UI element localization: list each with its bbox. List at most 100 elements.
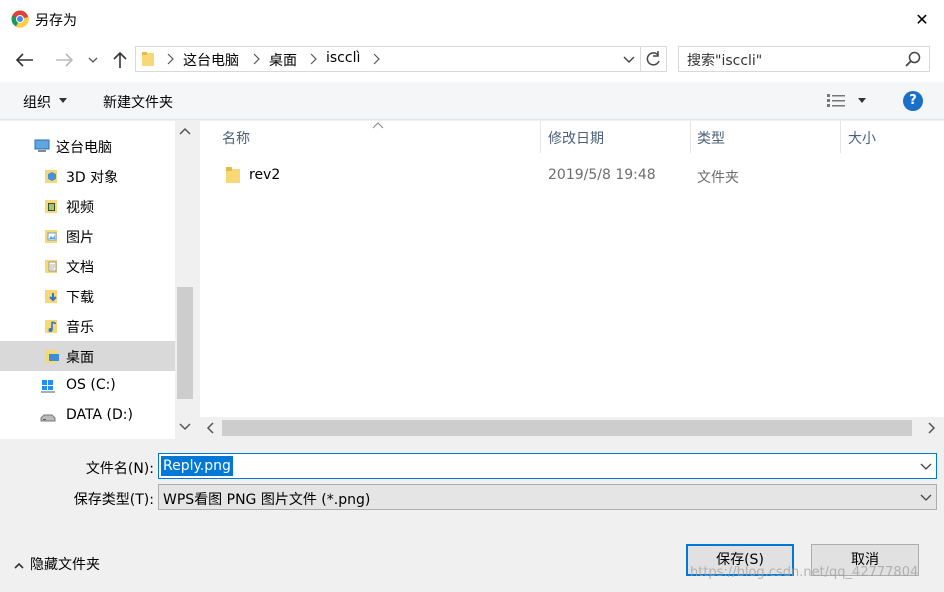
chevron-right-icon <box>253 53 260 65</box>
desktop-icon <box>45 350 59 363</box>
hide-folders-toggle[interactable]: 隐藏文件夹 <box>14 554 100 574</box>
chevron-up-icon <box>14 562 24 569</box>
caret-down-icon <box>59 98 67 103</box>
nav-item-label: 这台电脑 <box>56 140 112 156</box>
navigation-pane[interactable]: 这台电脑 3D 对象 视频 图片 文档 下载 音乐 桌面 OS (C:) DAT… <box>0 121 195 439</box>
folder-icon <box>226 167 240 183</box>
hide-folders-label: 隐藏文件夹 <box>30 557 100 573</box>
nav-vertical-scrollbar[interactable] <box>175 121 195 439</box>
nav-item-this-pc[interactable]: 这台电脑 <box>0 131 175 161</box>
scroll-right-icon[interactable] <box>928 422 936 434</box>
file-type: 文件夹 <box>697 170 739 186</box>
column-divider[interactable] <box>540 121 541 153</box>
search-icon[interactable] <box>905 51 921 67</box>
file-name: rev2 <box>249 167 281 183</box>
column-header-name[interactable]: 名称 <box>222 128 250 148</box>
arrow-up-icon <box>113 51 127 68</box>
help-icon[interactable]: ? <box>903 91 923 111</box>
filename-value[interactable]: Reply.png <box>161 456 233 476</box>
filename-label: 文件名(N): <box>85 461 154 477</box>
column-divider[interactable] <box>690 121 691 153</box>
address-bar[interactable]: 这台电脑 桌面 iscclì <box>135 46 667 72</box>
computer-icon <box>34 139 50 152</box>
view-options-icon[interactable] <box>826 93 846 109</box>
nav-item-data-drive[interactable]: DATA (D:) <box>0 401 175 431</box>
chevron-down-icon[interactable] <box>919 459 933 473</box>
up-button[interactable] <box>108 50 132 70</box>
nav-item-label: 文档 <box>66 260 94 276</box>
breadcrumb-current-folder[interactable]: iscclì <box>326 50 360 66</box>
refresh-icon[interactable] <box>643 49 665 69</box>
breadcrumb-this-pc[interactable]: 这台电脑 <box>183 50 239 70</box>
nav-item-label: 桌面 <box>66 350 94 366</box>
window-title: 另存为 <box>35 13 77 29</box>
scroll-down-icon[interactable] <box>179 423 191 431</box>
drive-icon <box>40 414 56 422</box>
nav-item-label: 图片 <box>66 230 94 246</box>
filetype-select[interactable]: WPS看图 PNG 图片文件 (*.png) <box>158 484 937 510</box>
nav-item-documents[interactable]: 文档 <box>0 251 175 281</box>
caret-down-icon[interactable] <box>858 98 866 103</box>
scroll-up-icon[interactable] <box>179 127 191 135</box>
nav-item-music[interactable]: 音乐 <box>0 311 175 341</box>
watermark-text: https://blog.csdn.net/qq_42777804 <box>690 565 919 580</box>
chevron-right-icon <box>310 53 317 65</box>
command-bar: 组织 新建文件夹 ? <box>0 82 944 120</box>
recent-locations-button[interactable] <box>84 50 102 70</box>
videos-icon <box>45 200 57 213</box>
scroll-left-icon[interactable] <box>206 422 214 434</box>
nav-item-3d-objects[interactable]: 3D 对象 <box>0 161 175 191</box>
nav-item-desktop[interactable]: 桌面 <box>0 341 175 371</box>
column-header-size[interactable]: 大小 <box>848 128 876 148</box>
close-button[interactable]: ✕ <box>900 2 944 36</box>
nav-item-downloads[interactable]: 下载 <box>0 281 175 311</box>
filename-field[interactable]: Reply.png <box>158 453 937 479</box>
nav-item-label: OS (C:) <box>66 377 116 393</box>
nav-item-label: 3D 对象 <box>66 170 119 186</box>
chevron-right-icon <box>167 53 174 65</box>
nav-item-label: 音乐 <box>66 320 94 336</box>
search-input[interactable]: 搜索"isccli" <box>687 50 762 70</box>
nav-item-label: 下载 <box>66 290 94 306</box>
divider <box>640 47 641 71</box>
title-bar: 另存为 ✕ <box>0 0 944 38</box>
close-icon: ✕ <box>915 9 929 29</box>
table-row[interactable]: rev2 2019/5/8 19:48 文件夹 <box>200 159 944 191</box>
nav-item-pictures[interactable]: 图片 <box>0 221 175 251</box>
scrollbar-thumb[interactable] <box>222 420 912 436</box>
chevron-down-icon[interactable] <box>919 490 933 504</box>
nav-item-os-drive[interactable]: OS (C:) <box>0 371 175 401</box>
column-header-modified[interactable]: 修改日期 <box>548 128 604 148</box>
file-modified: 2019/5/8 19:48 <box>548 167 656 183</box>
filetype-value: WPS看图 PNG 图片文件 (*.png) <box>163 492 371 508</box>
search-box[interactable]: 搜索"isccli" <box>678 46 930 72</box>
address-row: 这台电脑 桌面 iscclì 搜索"isccli" <box>0 38 944 82</box>
arrow-left-icon <box>16 53 33 67</box>
sort-ascending-icon <box>372 122 384 129</box>
3d-objects-icon <box>45 170 57 183</box>
forward-button[interactable] <box>52 50 76 70</box>
downloads-icon <box>45 290 57 303</box>
windows-drive-icon <box>41 380 55 393</box>
column-divider[interactable] <box>840 121 841 153</box>
scrollbar-thumb[interactable] <box>177 287 193 399</box>
file-list[interactable]: 名称 修改日期 类型 大小 rev2 2019/5/8 19:48 文件夹 <box>200 121 944 439</box>
chevron-right-icon <box>373 53 380 65</box>
breadcrumb-desktop[interactable]: 桌面 <box>269 50 297 70</box>
organize-menu-button[interactable]: 组织 <box>23 92 51 112</box>
music-icon <box>45 320 57 333</box>
nav-item-label: DATA (D:) <box>66 407 133 423</box>
folder-icon <box>142 52 154 66</box>
address-history-dropdown-icon[interactable] <box>620 50 638 68</box>
pictures-icon <box>45 230 57 243</box>
filetype-label: 保存类型(T): <box>73 492 154 508</box>
chevron-down-icon <box>88 57 98 63</box>
back-button[interactable] <box>13 50 37 70</box>
documents-icon <box>45 260 57 273</box>
nav-item-videos[interactable]: 视频 <box>0 191 175 221</box>
column-header-type[interactable]: 类型 <box>697 128 725 148</box>
nav-item-label: 视频 <box>66 200 94 216</box>
new-folder-button[interactable]: 新建文件夹 <box>103 92 173 112</box>
file-horizontal-scrollbar[interactable] <box>200 417 944 439</box>
arrow-right-icon <box>56 53 73 67</box>
